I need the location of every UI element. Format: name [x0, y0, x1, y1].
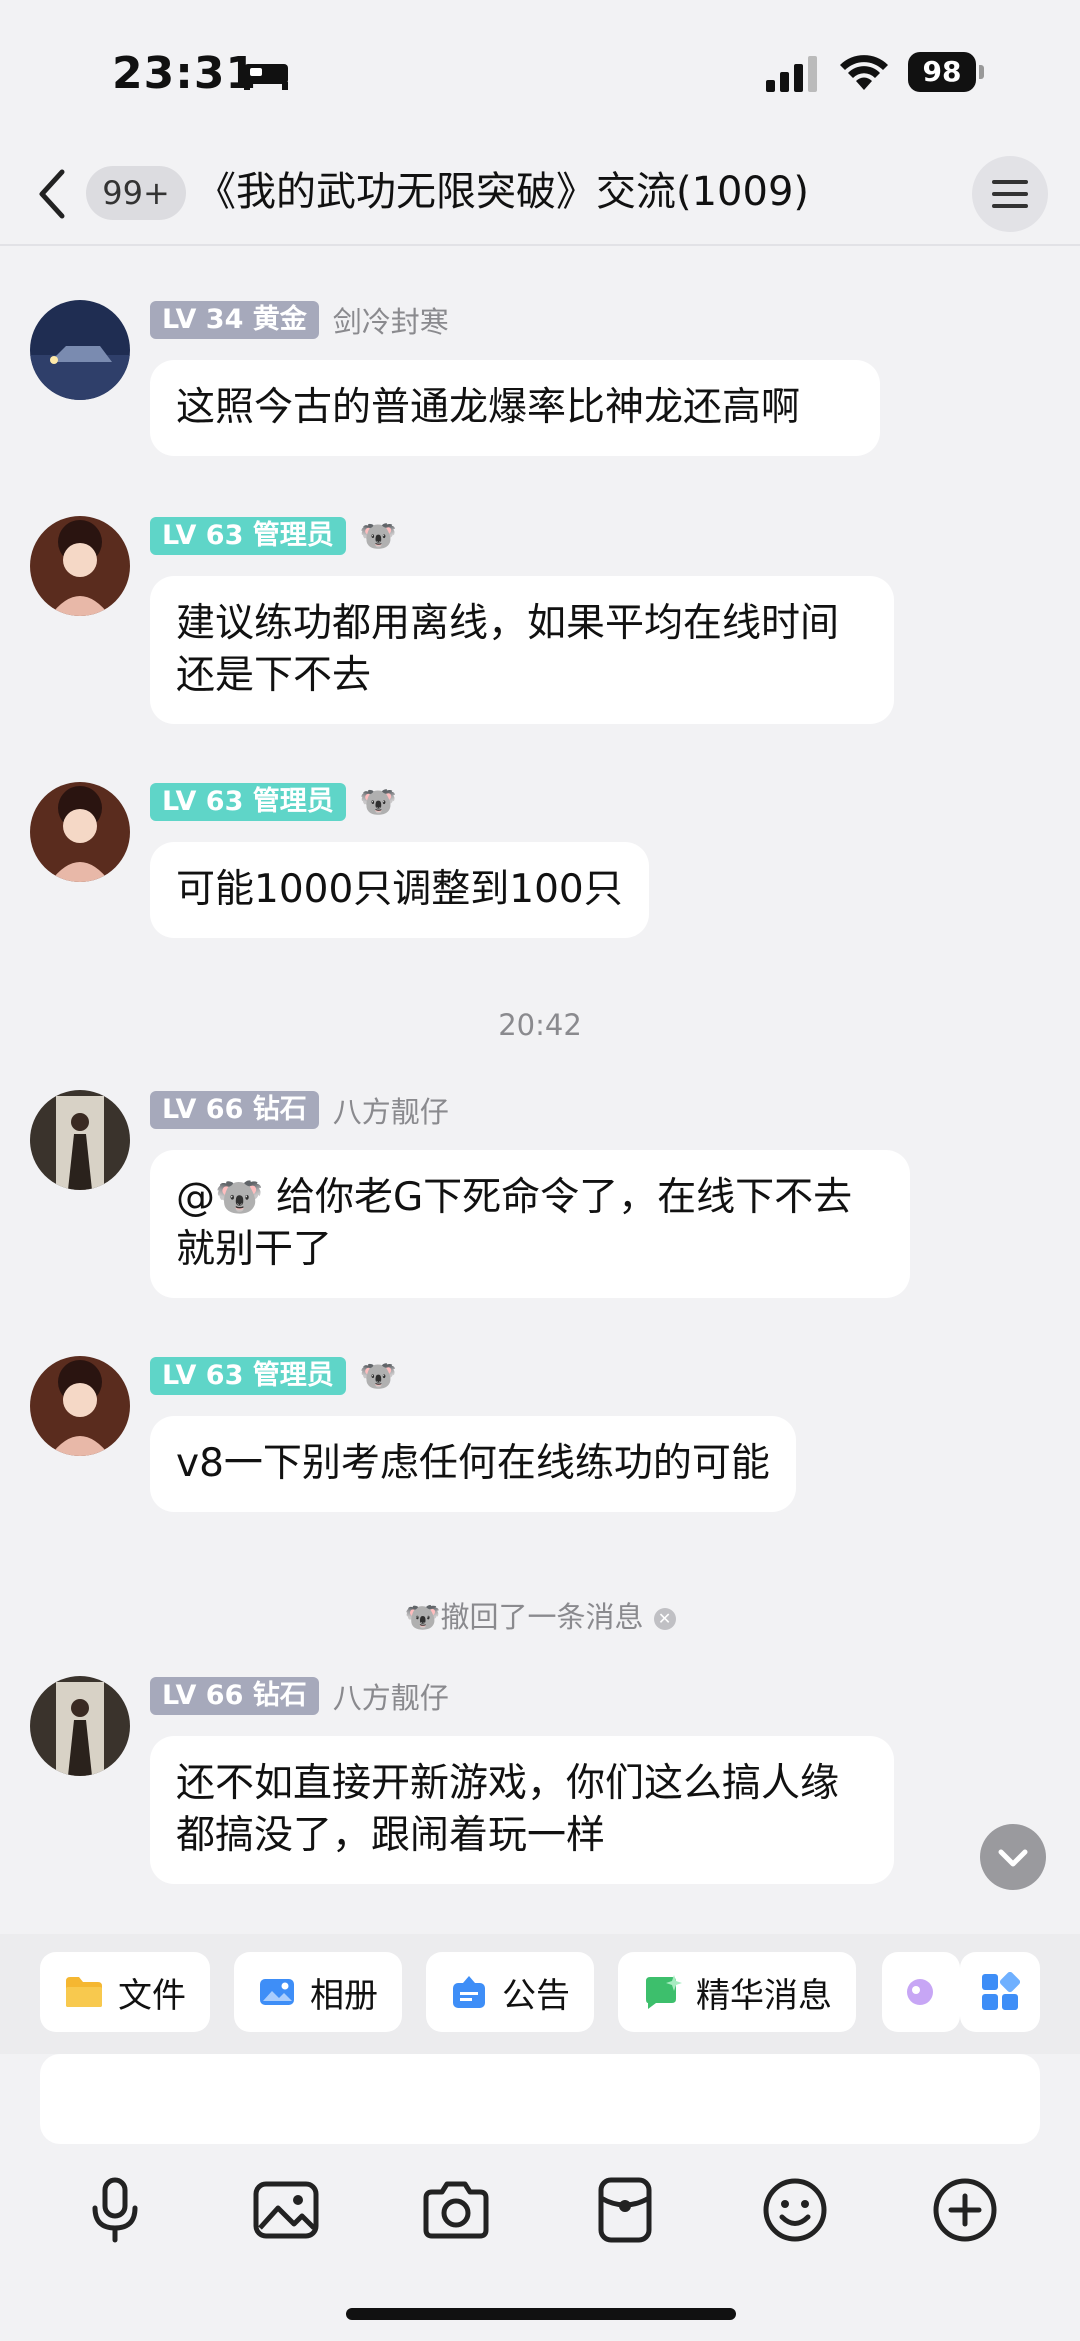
level-badge: LV 34 黄金	[150, 301, 319, 339]
message-input[interactable]	[40, 2054, 1040, 2144]
red-packet-icon[interactable]	[585, 2170, 665, 2250]
nickname[interactable]: 八方靓仔	[333, 1675, 449, 1717]
message-meta: LV 66 钻石 八方靓仔	[150, 1676, 449, 1716]
sleep-focus-icon	[244, 64, 288, 90]
member-tag: 🐨	[359, 1358, 398, 1394]
plus-icon[interactable]	[925, 2170, 1005, 2250]
wifi-icon	[840, 55, 888, 90]
menu-icon[interactable]	[972, 156, 1048, 232]
level-badge: LV 66 钻石	[150, 1677, 319, 1715]
avatar[interactable]	[30, 782, 130, 882]
message-meta: LV 66 钻石 八方靓仔	[150, 1090, 449, 1130]
album-label: 相册	[310, 1975, 378, 2016]
member-tag: 🐨	[359, 518, 398, 554]
member-tag: 🐨	[359, 784, 398, 820]
quick-action-bar: 文件 相册 公告 精华消息	[0, 1934, 1080, 2054]
file-label: 文件	[118, 1975, 186, 2016]
featured-messages-button[interactable]: 精华消息	[618, 1952, 856, 2032]
notice-label: 公告	[502, 1975, 570, 2016]
chevron-down-icon	[998, 1849, 1028, 1867]
mic-icon[interactable]	[75, 2170, 155, 2250]
emoji-icon[interactable]	[755, 2170, 835, 2250]
chat-header: 99+ 《我的武功无限突破》交流(1009)	[0, 140, 1080, 246]
message-meta: LV 34 黄金 剑冷封寒	[150, 300, 449, 340]
file-button[interactable]: 文件	[40, 1952, 210, 2032]
battery-indicator: 98	[908, 52, 984, 92]
level-badge: LV 66 钻石	[150, 1091, 319, 1129]
home-indicator	[346, 2308, 736, 2320]
message-bubble[interactable]: v8一下别考虑任何在线练功的可能	[150, 1416, 796, 1512]
notice-icon	[453, 1976, 485, 2008]
avatar[interactable]	[30, 516, 130, 616]
featured-label: 精华消息	[696, 1975, 832, 2016]
recall-notice-text: 🐨撤回了一条消息	[404, 1600, 644, 1634]
apps-button[interactable]	[960, 1952, 1040, 2032]
level-badge: LV 63 管理员	[150, 517, 346, 555]
featured-icon	[646, 1975, 682, 2009]
status-time: 23:31	[112, 48, 258, 99]
purple-app-icon	[907, 1979, 933, 2005]
camera-icon[interactable]	[416, 2170, 496, 2250]
album-icon	[260, 1979, 294, 2005]
level-badge: LV 63 管理员	[150, 783, 346, 821]
avatar[interactable]	[30, 1090, 130, 1190]
recall-notice: 🐨撤回了一条消息 ✕	[0, 1594, 1080, 1636]
scroll-to-bottom-button[interactable]	[980, 1824, 1046, 1890]
album-button[interactable]: 相册	[234, 1952, 402, 2032]
message-bubble[interactable]: 这照今古的普通龙爆率比神龙还高啊	[150, 360, 880, 456]
avatar[interactable]	[30, 1356, 130, 1456]
input-toolbar	[0, 2170, 1080, 2260]
battery-tip	[979, 65, 984, 79]
group-title[interactable]: 《我的武功无限突破》交流(1009)	[196, 162, 809, 222]
notice-button[interactable]: 公告	[426, 1952, 594, 2032]
message-bubble[interactable]: @🐨 给你老G下死命令了，在线下不去就别干了	[150, 1150, 910, 1298]
image-icon[interactable]	[246, 2170, 326, 2250]
level-badge: LV 63 管理员	[150, 1357, 346, 1395]
time-divider: 20:42	[498, 1008, 582, 1042]
message-bubble[interactable]: 还不如直接开新游戏，你们这么搞人缘都搞没了，跟闹着玩一样	[150, 1736, 894, 1884]
avatar[interactable]	[30, 300, 130, 400]
status-bar: 23:31 98	[0, 0, 1080, 140]
message-bubble[interactable]: 建议练功都用离线，如果平均在线时间还是下不去	[150, 576, 894, 724]
message-meta: LV 63 管理员 🐨	[150, 1356, 397, 1396]
unread-count-badge[interactable]: 99+	[86, 166, 186, 220]
avatar[interactable]	[30, 1676, 130, 1776]
message-bubble[interactable]: 可能1000只调整到100只	[150, 842, 649, 938]
back-arrow-icon[interactable]	[30, 164, 74, 224]
cellular-signal-icon	[766, 56, 817, 92]
folder-icon	[66, 1977, 102, 2007]
message-meta: LV 63 管理员 🐨	[150, 516, 397, 556]
apps-icon	[982, 1972, 1020, 2010]
battery-level: 98	[908, 52, 976, 92]
nickname[interactable]: 八方靓仔	[333, 1089, 449, 1131]
more-quick-item[interactable]	[882, 1952, 960, 2032]
nickname[interactable]: 剑冷封寒	[333, 299, 449, 341]
message-meta: LV 63 管理员 🐨	[150, 782, 397, 822]
close-icon[interactable]: ✕	[653, 1608, 676, 1630]
